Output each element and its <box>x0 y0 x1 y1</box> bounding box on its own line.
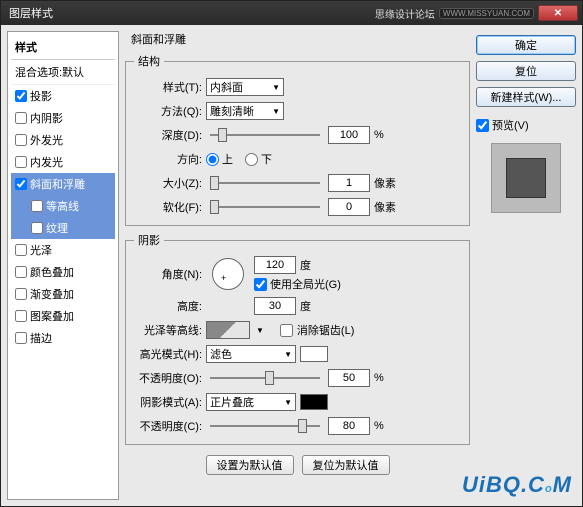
method-label: 方法(Q): <box>134 103 202 119</box>
size-label: 大小(Z): <box>134 175 202 191</box>
chk-outer-glow[interactable] <box>15 134 27 146</box>
style-drop-shadow[interactable]: 投影 <box>11 85 115 107</box>
style-satin[interactable]: 光泽 <box>11 239 115 261</box>
soften-slider[interactable] <box>210 198 320 216</box>
style-bevel[interactable]: 斜面和浮雕 <box>11 173 115 195</box>
preview-checkbox[interactable] <box>476 119 489 132</box>
depth-label: 深度(D): <box>134 127 202 143</box>
depth-unit: % <box>374 129 400 141</box>
window-title: 图层样式 <box>5 5 375 21</box>
highlight-mode-combo[interactable]: 滤色▼ <box>206 345 296 363</box>
size-slider[interactable] <box>210 174 320 192</box>
chk-bevel[interactable] <box>15 178 27 190</box>
chk-texture[interactable] <box>31 222 43 234</box>
close-button[interactable]: ✕ <box>538 5 578 21</box>
chevron-down-icon: ▼ <box>272 83 280 92</box>
chevron-down-icon: ▼ <box>284 350 292 359</box>
angle-dial[interactable]: + <box>212 258 244 290</box>
soften-label: 软化(F): <box>134 199 202 215</box>
preview-swatch <box>506 158 546 198</box>
chk-contour[interactable] <box>31 200 43 212</box>
style-texture[interactable]: 纹理 <box>11 217 115 239</box>
direction-label: 方向: <box>134 151 202 167</box>
soften-unit: 像素 <box>374 199 400 215</box>
blend-options[interactable]: 混合选项:默认 <box>11 60 115 85</box>
style-stroke[interactable]: 描边 <box>11 327 115 349</box>
style-gradient-overlay[interactable]: 渐变叠加 <box>11 283 115 305</box>
chevron-down-icon: ▼ <box>272 107 280 116</box>
styles-list: 样式 混合选项:默认 投影 内阴影 外发光 内发光 斜面和浮雕 等高线 纹理 光… <box>7 31 119 500</box>
altitude-label: 高度: <box>134 298 202 314</box>
structure-legend: 结构 <box>134 53 164 69</box>
shadow-mode-combo[interactable]: 正片叠底▼ <box>206 393 296 411</box>
shading-group: 阴影 角度(N): + 度 使用全局光(G) <box>125 232 470 445</box>
chk-pattern-overlay[interactable] <box>15 310 27 322</box>
chk-stroke[interactable] <box>15 332 27 344</box>
direction-down-radio[interactable] <box>245 153 258 166</box>
global-light-label: 使用全局光(G) <box>270 276 341 292</box>
action-panel: 确定 复位 新建样式(W)... 预览(V) <box>476 31 576 500</box>
shadow-opacity-label: 不透明度(C): <box>134 418 202 434</box>
chk-drop-shadow[interactable] <box>15 90 27 102</box>
soften-input[interactable] <box>328 198 370 216</box>
chevron-down-icon: ▼ <box>284 398 292 407</box>
cancel-button[interactable]: 复位 <box>476 61 576 81</box>
global-light-checkbox[interactable] <box>254 278 267 291</box>
shadow-opacity-input[interactable] <box>328 417 370 435</box>
chk-inner-glow[interactable] <box>15 156 27 168</box>
title-bar: 图层样式 思缘设计论坛 WWW.MISSYUAN.COM ✕ <box>1 1 582 25</box>
styles-header: 样式 <box>11 35 115 60</box>
preview-box <box>491 143 561 213</box>
preview-label: 预览(V) <box>492 117 529 133</box>
ok-button[interactable]: 确定 <box>476 35 576 55</box>
style-combo[interactable]: 内斜面▼ <box>206 78 284 96</box>
style-color-overlay[interactable]: 颜色叠加 <box>11 261 115 283</box>
altitude-input[interactable] <box>254 297 296 315</box>
forum-text: 思缘设计论坛 <box>375 6 435 21</box>
highlight-opacity-label: 不透明度(O): <box>134 370 202 386</box>
highlight-mode-label: 高光模式(H): <box>134 346 202 362</box>
highlight-opacity-input[interactable] <box>328 369 370 387</box>
panel-title: 斜面和浮雕 <box>125 31 470 47</box>
style-contour[interactable]: 等高线 <box>11 195 115 217</box>
angle-label: 角度(N): <box>134 266 202 282</box>
watermark: UiBQ.CoM <box>462 472 572 498</box>
structure-group: 结构 样式(T): 内斜面▼ 方法(Q): 雕刻清晰▼ 深度(D): % 方向: <box>125 53 470 226</box>
new-style-button[interactable]: 新建样式(W)... <box>476 87 576 107</box>
antialias-checkbox[interactable] <box>280 324 293 337</box>
chk-gradient-overlay[interactable] <box>15 288 27 300</box>
style-pattern-overlay[interactable]: 图案叠加 <box>11 305 115 327</box>
style-inner-glow[interactable]: 内发光 <box>11 151 115 173</box>
chk-satin[interactable] <box>15 244 27 256</box>
chk-inner-shadow[interactable] <box>15 112 27 124</box>
method-combo[interactable]: 雕刻清晰▼ <box>206 102 284 120</box>
reset-default-button[interactable]: 复位为默认值 <box>302 455 390 475</box>
shadow-opacity-slider[interactable] <box>210 417 320 435</box>
depth-slider[interactable] <box>210 126 320 144</box>
style-inner-shadow[interactable]: 内阴影 <box>11 107 115 129</box>
gloss-label: 光泽等高线: <box>134 322 202 338</box>
url-text: WWW.MISSYUAN.COM <box>439 8 534 19</box>
angle-input[interactable] <box>254 256 296 274</box>
shading-legend: 阴影 <box>134 232 164 248</box>
style-label: 样式(T): <box>134 79 202 95</box>
highlight-opacity-slider[interactable] <box>210 369 320 387</box>
chevron-down-icon[interactable]: ▼ <box>256 326 264 335</box>
gloss-contour-picker[interactable] <box>206 321 250 339</box>
style-outer-glow[interactable]: 外发光 <box>11 129 115 151</box>
size-unit: 像素 <box>374 175 400 191</box>
direction-up-radio[interactable] <box>206 153 219 166</box>
highlight-color-swatch[interactable] <box>300 346 328 362</box>
antialias-label: 消除锯齿(L) <box>297 322 354 338</box>
depth-input[interactable] <box>328 126 370 144</box>
size-input[interactable] <box>328 174 370 192</box>
make-default-button[interactable]: 设置为默认值 <box>206 455 294 475</box>
settings-panel: 斜面和浮雕 结构 样式(T): 内斜面▼ 方法(Q): 雕刻清晰▼ 深度(D):… <box>125 31 470 500</box>
shadow-color-swatch[interactable] <box>300 394 328 410</box>
shadow-mode-label: 阴影模式(A): <box>134 394 202 410</box>
chk-color-overlay[interactable] <box>15 266 27 278</box>
